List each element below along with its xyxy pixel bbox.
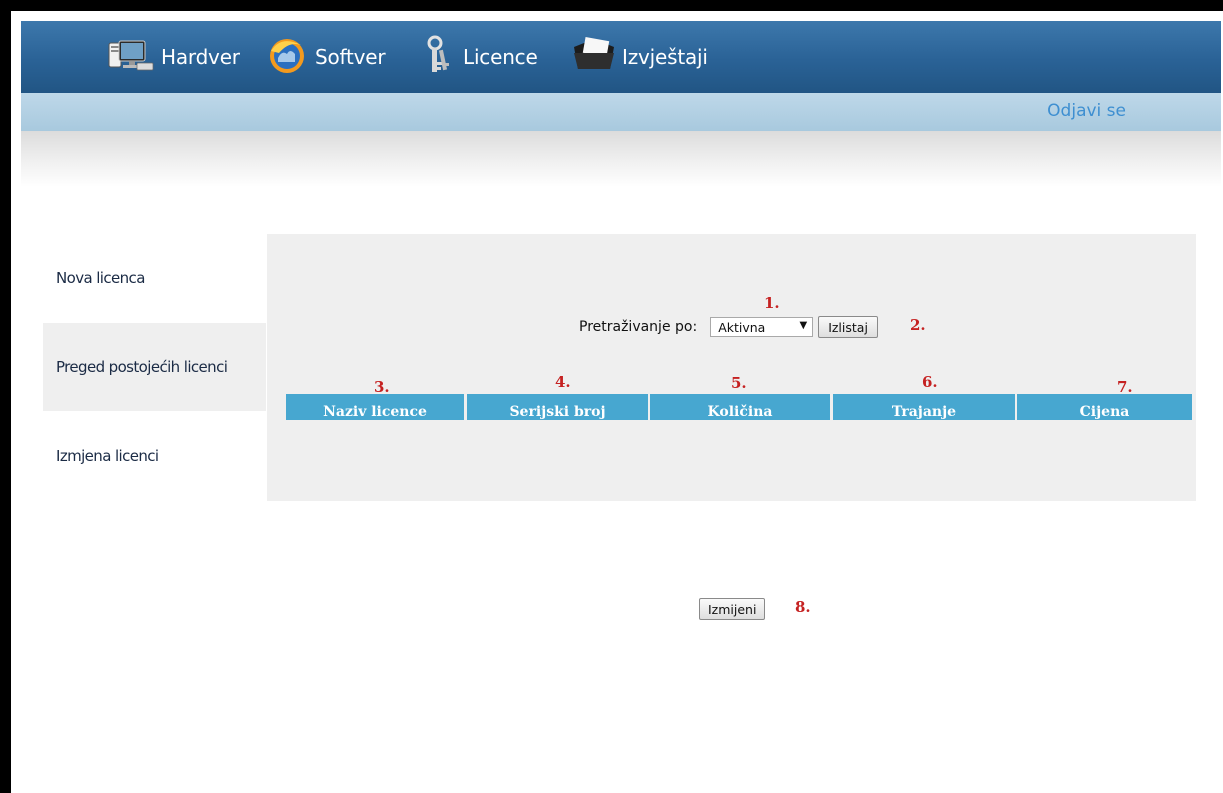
annotation-6: 6. — [922, 373, 938, 391]
sidebar-item-izmjena-licenci[interactable]: Izmjena licenci — [43, 412, 266, 500]
column-header-kolicina[interactable]: Količina — [650, 394, 830, 420]
column-header-label: Trajanje — [891, 404, 957, 420]
nav-item-izvjestaji[interactable]: Izvještaji — [572, 35, 708, 80]
dropdown-arrow-icon: ▼ — [799, 320, 808, 331]
sidebar-item-nova-licenca[interactable]: Nova licenca — [43, 234, 266, 322]
computer-icon — [107, 37, 155, 78]
sidebar-item-label: Preged postojećih licenci — [56, 358, 228, 376]
edit-row: Izmijeni — [699, 598, 766, 620]
nav-item-softver[interactable]: Softver — [267, 35, 386, 80]
licence-table-header: Naziv licence Serijski broj Količina Tra… — [286, 394, 1192, 420]
annotation-2: 2. — [910, 316, 926, 334]
search-select-value: Aktivna — [718, 319, 766, 335]
nav-item-licence[interactable]: Licence — [421, 35, 538, 80]
column-header-label: Količina — [707, 404, 773, 420]
column-header-label: Cijena — [1079, 404, 1130, 420]
nav-item-label: Licence — [463, 45, 538, 69]
column-header-serijski-broj[interactable]: Serijski broj — [467, 394, 648, 420]
globe-icon — [267, 35, 309, 80]
search-label: Pretraživanje po: — [579, 319, 698, 335]
annotation-4: 4. — [555, 373, 571, 391]
nav-item-label: Hardver — [161, 45, 240, 69]
list-button[interactable]: Izlistaj — [818, 316, 878, 338]
column-header-label: Serijski broj — [509, 404, 606, 420]
sub-header-bar: Odjavi se — [21, 93, 1221, 131]
annotation-5: 5. — [731, 374, 747, 392]
header-shadow — [21, 131, 1221, 187]
search-row: Pretraživanje po: Aktivna ▼ Izlistaj — [579, 316, 878, 338]
sidebar-item-label: Nova licenca — [56, 269, 145, 287]
nav-item-label: Izvještaji — [622, 45, 708, 69]
main-panel: 1. Pretraživanje po: Aktivna ▼ Izlistaj … — [267, 234, 1196, 501]
keys-icon — [421, 35, 457, 80]
app-frame: Hardver Softver Licence Izvještaji Odjav… — [11, 11, 1223, 793]
column-header-cijena[interactable]: Cijena — [1017, 394, 1192, 420]
column-header-naziv[interactable]: Naziv licence — [286, 394, 464, 420]
nav-item-hardver[interactable]: Hardver — [107, 37, 240, 77]
list-button-label: Izlistaj — [828, 319, 868, 335]
column-header-trajanje[interactable]: Trajanje — [833, 394, 1015, 420]
sidebar-item-pregled-licenci[interactable]: Preged postojećih licenci — [43, 323, 266, 411]
nav-item-label: Softver — [315, 45, 386, 69]
folder-icon — [572, 35, 616, 80]
column-header-label: Naziv licence — [323, 404, 427, 420]
top-navigation: Hardver Softver Licence Izvještaji — [21, 21, 1221, 93]
sidebar-item-label: Izmjena licenci — [56, 447, 159, 465]
edit-button[interactable]: Izmijeni — [699, 598, 766, 620]
logout-link[interactable]: Odjavi se — [1047, 101, 1126, 121]
search-select[interactable]: Aktivna ▼ — [710, 317, 814, 337]
annotation-8: 8. — [795, 598, 811, 616]
edit-button-label: Izmijeni — [708, 601, 757, 617]
annotation-1: 1. — [764, 294, 780, 312]
